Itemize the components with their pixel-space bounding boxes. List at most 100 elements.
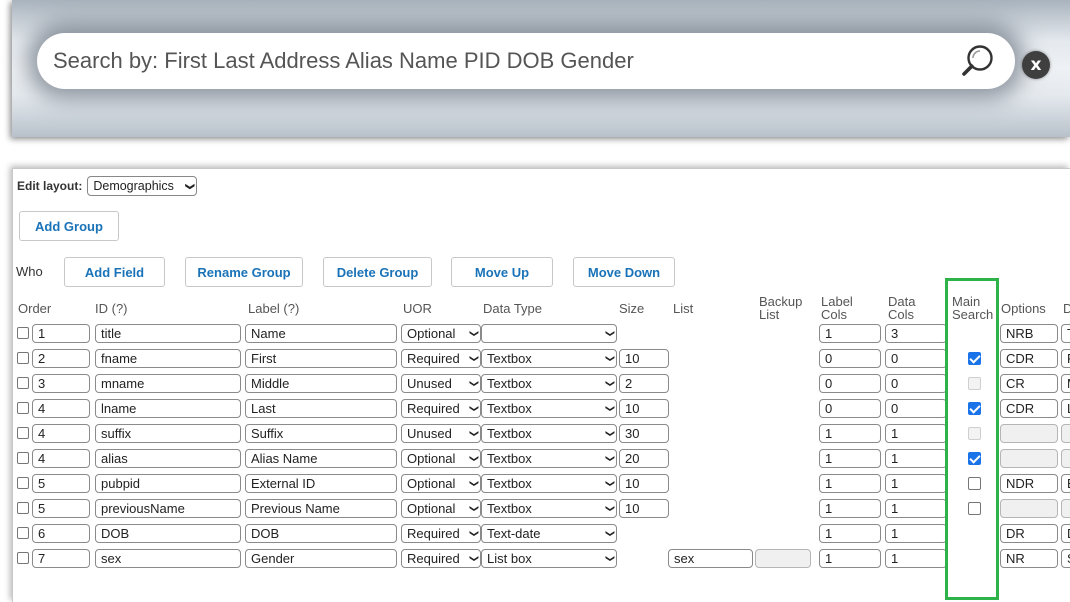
uor-select[interactable]: Optional ❯: [401, 449, 481, 468]
next-column-input[interactable]: S: [1061, 549, 1070, 568]
data-type-select[interactable]: Textbox ❯: [481, 499, 617, 518]
row-select-checkbox[interactable]: [17, 452, 29, 464]
label-cols-input[interactable]: 1: [819, 474, 881, 493]
data-type-select[interactable]: List box ❯: [481, 549, 617, 568]
label-cols-input[interactable]: 1: [819, 424, 881, 443]
data-cols-input[interactable]: 1: [885, 449, 947, 468]
data-type-select[interactable]: Textbox ❯: [481, 474, 617, 493]
row-select-checkbox[interactable]: [17, 377, 29, 389]
options-input[interactable]: [1000, 424, 1058, 443]
label-input[interactable]: Last: [245, 399, 397, 418]
uor-select[interactable]: Optional ❯: [401, 474, 481, 493]
label-input[interactable]: First: [245, 349, 397, 368]
data-cols-input[interactable]: 0: [885, 349, 947, 368]
uor-select[interactable]: Required ❯: [401, 349, 481, 368]
next-column-input[interactable]: L: [1061, 399, 1070, 418]
move-down-button[interactable]: Move Down: [573, 257, 675, 287]
label-input[interactable]: Suffix: [245, 424, 397, 443]
size-input[interactable]: 2: [619, 374, 669, 393]
next-column-input[interactable]: [1061, 424, 1070, 443]
next-column-input[interactable]: M: [1061, 374, 1070, 393]
row-select-checkbox[interactable]: [17, 402, 29, 414]
label-input[interactable]: DOB: [245, 524, 397, 543]
order-input[interactable]: 4: [32, 449, 90, 468]
options-input[interactable]: CDR: [1000, 349, 1058, 368]
uor-select[interactable]: Unused ❯: [401, 424, 481, 443]
label-cols-input[interactable]: 1: [819, 449, 881, 468]
data-cols-input[interactable]: 1: [885, 474, 947, 493]
id-input[interactable]: lname: [95, 399, 241, 418]
uor-select[interactable]: Required ❯: [401, 549, 481, 568]
uor-select[interactable]: Unused ❯: [401, 374, 481, 393]
row-select-checkbox[interactable]: [17, 352, 29, 364]
data-cols-input[interactable]: 1: [885, 424, 947, 443]
id-input[interactable]: pubpid: [95, 474, 241, 493]
order-input[interactable]: 5: [32, 499, 90, 518]
label-input[interactable]: Alias Name: [245, 449, 397, 468]
id-input[interactable]: previousName: [95, 499, 241, 518]
data-cols-input[interactable]: 1: [885, 549, 947, 568]
label-input[interactable]: Previous Name: [245, 499, 397, 518]
id-input[interactable]: mname: [95, 374, 241, 393]
next-column-input[interactable]: F: [1061, 349, 1070, 368]
layout-select[interactable]: Demographics ❯: [87, 176, 198, 196]
id-input[interactable]: DOB: [95, 524, 241, 543]
row-select-checkbox[interactable]: [17, 427, 29, 439]
move-up-button[interactable]: Move Up: [451, 257, 553, 287]
options-input[interactable]: NRB: [1000, 324, 1058, 343]
next-column-input[interactable]: E: [1061, 474, 1070, 493]
size-input[interactable]: 10: [619, 499, 669, 518]
size-input[interactable]: 10: [619, 474, 669, 493]
options-input[interactable]: NDR: [1000, 474, 1058, 493]
clear-search-icon[interactable]: x: [1022, 51, 1050, 79]
label-input[interactable]: Middle: [245, 374, 397, 393]
row-select-checkbox[interactable]: [17, 502, 29, 514]
search-input[interactable]: [53, 41, 953, 81]
label-input[interactable]: Name: [245, 324, 397, 343]
label-cols-input[interactable]: 0: [819, 374, 881, 393]
backup-list-input[interactable]: [755, 549, 811, 568]
data-type-select[interactable]: Textbox ❯: [481, 424, 617, 443]
order-input[interactable]: 4: [32, 424, 90, 443]
options-input[interactable]: [1000, 449, 1058, 468]
options-input[interactable]: NR: [1000, 549, 1058, 568]
row-select-checkbox[interactable]: [17, 552, 29, 564]
delete-group-button[interactable]: Delete Group: [323, 257, 432, 287]
order-input[interactable]: 6: [32, 524, 90, 543]
order-input[interactable]: 2: [32, 349, 90, 368]
data-type-select[interactable]: Textbox ❯: [481, 449, 617, 468]
options-input[interactable]: CDR: [1000, 399, 1058, 418]
label-cols-input[interactable]: 1: [819, 324, 881, 343]
uor-select[interactable]: Optional ❯: [401, 499, 481, 518]
size-input[interactable]: 10: [619, 349, 669, 368]
row-select-checkbox[interactable]: [17, 327, 29, 339]
options-input[interactable]: DR: [1000, 524, 1058, 543]
size-input[interactable]: 30: [619, 424, 669, 443]
uor-select[interactable]: Required ❯: [401, 399, 481, 418]
next-column-input[interactable]: [1061, 499, 1070, 518]
data-type-select[interactable]: ❯: [481, 324, 617, 343]
data-type-select[interactable]: Text-date ❯: [481, 524, 617, 543]
data-cols-input[interactable]: 1: [885, 499, 947, 518]
data-cols-input[interactable]: 0: [885, 399, 947, 418]
label-cols-input[interactable]: 1: [819, 549, 881, 568]
data-cols-input[interactable]: 0: [885, 374, 947, 393]
id-input[interactable]: alias: [95, 449, 241, 468]
uor-select[interactable]: Required ❯: [401, 524, 481, 543]
order-input[interactable]: 7: [32, 549, 90, 568]
size-input[interactable]: 10: [619, 399, 669, 418]
magnifier-icon[interactable]: [959, 42, 997, 80]
add-field-button[interactable]: Add Field: [64, 257, 165, 287]
next-column-input[interactable]: D: [1061, 524, 1070, 543]
uor-select[interactable]: Optional ❯: [401, 324, 481, 343]
id-input[interactable]: sex: [95, 549, 241, 568]
order-input[interactable]: 5: [32, 474, 90, 493]
options-input[interactable]: [1000, 499, 1058, 518]
data-type-select[interactable]: Textbox ❯: [481, 349, 617, 368]
label-input[interactable]: Gender: [245, 549, 397, 568]
row-select-checkbox[interactable]: [17, 527, 29, 539]
next-column-input[interactable]: [1061, 449, 1070, 468]
id-input[interactable]: fname: [95, 349, 241, 368]
id-input[interactable]: suffix: [95, 424, 241, 443]
rename-group-button[interactable]: Rename Group: [185, 257, 303, 287]
